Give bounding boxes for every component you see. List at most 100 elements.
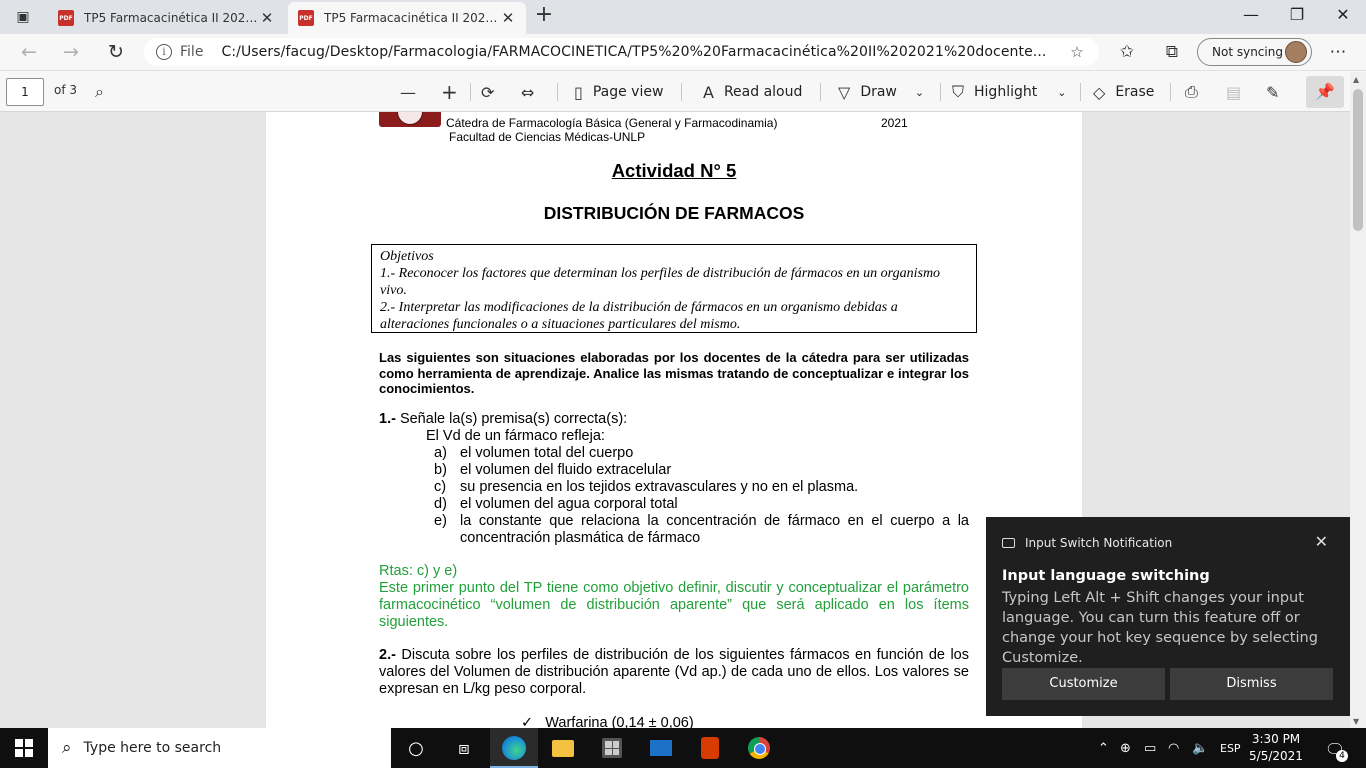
read-aloud-label: Read aloud <box>723 84 803 100</box>
list-item: b) el volumen del fluido extracelular <box>434 462 672 478</box>
draw-icon: ▽ <box>838 82 851 102</box>
section-title: DISTRIBUCIÓN DE FARMACOS <box>543 203 805 223</box>
erase-button[interactable]: ◇ Erase <box>1093 79 1154 105</box>
more-options-icon[interactable]: ⋯ <box>1325 39 1351 65</box>
list-item: ✓ Warfarina (0,14 ± 0,06) <box>521 715 694 728</box>
objectives-heading: Objetivos <box>380 249 434 264</box>
search-icon: ⌕ <box>62 738 72 758</box>
info-icon[interactable]: i <box>156 44 172 60</box>
save-icon[interactable]: ▤ <box>1226 79 1251 105</box>
tab-1[interactable]: PDF TP5 Farmacacinética II 2021 doce ✕ <box>48 2 285 34</box>
start-button[interactable] <box>0 728 48 768</box>
edge-icon[interactable] <box>490 728 538 768</box>
refresh-button[interactable]: ↻ <box>103 39 129 65</box>
chevron-down-icon[interactable]: ⌄ <box>915 86 924 99</box>
zoom-out-button[interactable]: — <box>400 79 426 105</box>
back-button[interactable]: ← <box>16 39 42 65</box>
vertical-scrollbar[interactable]: ▲ ▼ <box>1350 72 1366 728</box>
read-aloud-button[interactable]: A Read aloud <box>703 79 802 105</box>
toast-body: Typing Left Alt + Shift changes your inp… <box>1002 590 1318 666</box>
close-icon[interactable]: ✕ <box>1315 532 1328 551</box>
cortana-icon[interactable]: ○ <box>392 728 440 768</box>
divider <box>1080 83 1081 101</box>
tab-actions-icon[interactable]: ▣ <box>14 8 32 26</box>
input-language-indicator[interactable]: ESP <box>1220 728 1241 768</box>
drug-item: Warfarina (0,14 ± 0,06) <box>545 715 694 728</box>
save-as-icon[interactable]: ✎ <box>1266 79 1289 105</box>
page-view-label: Page view <box>592 84 664 100</box>
forward-button[interactable]: → <box>58 39 84 65</box>
list-item: c) su presencia en los tejidos extravascu… <box>434 479 859 495</box>
question-text: Señale la(s) premisa(s) correcta(s): <box>395 411 628 427</box>
draw-label: Draw <box>860 84 897 100</box>
close-window-button[interactable]: ✕ <box>1320 4 1366 28</box>
header-year: 2021 <box>881 116 908 130</box>
print-icon[interactable]: ⎙ <box>1185 79 1208 105</box>
omnibox[interactable]: i File C:/Users/facug/Desktop/Farmacolog… <box>144 38 1099 66</box>
fit-page-button[interactable]: ⇔ <box>521 79 544 105</box>
header-faculty: Facultad de Ciencias Médicas-UNLP <box>449 130 646 144</box>
volume-icon[interactable]: 🔈 <box>1192 728 1208 768</box>
question-2: 2.- Discuta sobre los perfiles de distri… <box>379 647 969 698</box>
tab-2[interactable]: PDF TP5 Farmacacinética II 2021 doce ✕ <box>288 2 526 34</box>
close-icon[interactable]: ✕ <box>259 9 275 27</box>
favorites-icon[interactable]: ✩ <box>1114 39 1140 65</box>
tab-title: TP5 Farmacacinética II 2021 doce <box>324 11 500 25</box>
divider <box>820 83 821 101</box>
page-view-button[interactable]: ▯ Page view <box>574 79 663 105</box>
action-center-icon[interactable]: 🗨 4 <box>1320 734 1350 764</box>
dismiss-button[interactable]: Dismiss <box>1170 668 1333 700</box>
zoom-in-button[interactable]: + <box>441 79 468 105</box>
taskbar-search[interactable]: ⌕ Type here to search <box>48 728 391 768</box>
clock-time: 3:30 PM <box>1251 732 1301 746</box>
mail-icon[interactable] <box>637 728 685 768</box>
divider <box>470 83 471 101</box>
highlight-icon: ⛉ <box>952 82 965 101</box>
file-explorer-icon[interactable] <box>539 728 587 768</box>
divider <box>940 83 941 101</box>
scroll-down-icon[interactable]: ▼ <box>1353 717 1359 726</box>
intro-paragraph: Las siguientes son situaciones elaborada… <box>379 350 969 396</box>
store-icon[interactable] <box>588 728 636 768</box>
task-view-icon[interactable]: ⧈ <box>440 728 488 768</box>
url-text[interactable]: C:/Users/facug/Desktop/Farmacologia/FARM… <box>221 44 1067 60</box>
system-clock[interactable]: 3:30 PM 5/5/2021 <box>1246 731 1306 765</box>
toast-header: Input Switch Notification <box>1002 536 1172 550</box>
scroll-up-icon[interactable]: ▲ <box>1353 75 1359 84</box>
option-list: a) el volumen total del cuerpo b) el volum… <box>434 445 969 547</box>
question-1-subtitle: El Vd de un fármaco refleja: <box>426 428 605 444</box>
pdf-page: Cátedra de Farmacología Básica (General … <box>266 112 1082 728</box>
tab-bar: ▣ PDF TP5 Farmacacinética II 2021 doce ✕… <box>0 0 1366 34</box>
restore-button[interactable]: ❐ <box>1274 4 1320 28</box>
divider <box>681 83 682 101</box>
avatar <box>1285 41 1307 63</box>
chrome-icon[interactable] <box>735 728 783 768</box>
scroll-thumb[interactable] <box>1353 89 1363 231</box>
page-number-input[interactable]: 1 <box>6 78 44 106</box>
customize-button[interactable]: Customize <box>1002 668 1165 700</box>
question-number: 2.- <box>379 647 396 663</box>
show-hidden-icons[interactable]: ⌃ <box>1098 728 1109 768</box>
tab-title: TP5 Farmacacinética II 2021 doce <box>84 11 259 25</box>
pdf-toolbar: 1 of 3 ⌕ — + ⟳ ⇔ ▯ Page view A Read alou… <box>0 70 1366 112</box>
profile-button[interactable]: Not syncing <box>1197 38 1312 66</box>
toast-title: Input language switching <box>1002 568 1210 584</box>
pin-toolbar-icon[interactable]: 📌 <box>1306 76 1344 108</box>
highlight-button[interactable]: ⛉ Highlight ⌄ <box>952 79 1066 105</box>
add-favorite-icon[interactable]: ☆ <box>1067 43 1087 61</box>
wifi-icon[interactable]: ◠ <box>1168 728 1179 768</box>
rotate-button[interactable]: ⟳ <box>481 79 504 105</box>
chevron-down-icon[interactable]: ⌄ <box>1057 86 1066 99</box>
new-tab-button[interactable]: + <box>533 4 555 28</box>
close-icon[interactable]: ✕ <box>500 9 516 27</box>
meet-now-icon[interactable]: ⊕ <box>1120 728 1131 768</box>
read-aloud-icon: A <box>703 82 714 102</box>
battery-icon[interactable]: ▭ <box>1144 728 1156 768</box>
objectives-box: Objetivos 1.- Reconocer los factores que… <box>371 244 977 333</box>
draw-button[interactable]: ▽ Draw ⌄ <box>838 79 924 105</box>
office-icon[interactable] <box>686 728 734 768</box>
collections-icon[interactable]: ⧉ <box>1159 39 1185 65</box>
minimize-button[interactable]: — <box>1228 4 1274 28</box>
search-icon[interactable]: ⌕ <box>95 79 114 105</box>
list-item: e) la constante que relaciona la concentr… <box>434 513 969 546</box>
